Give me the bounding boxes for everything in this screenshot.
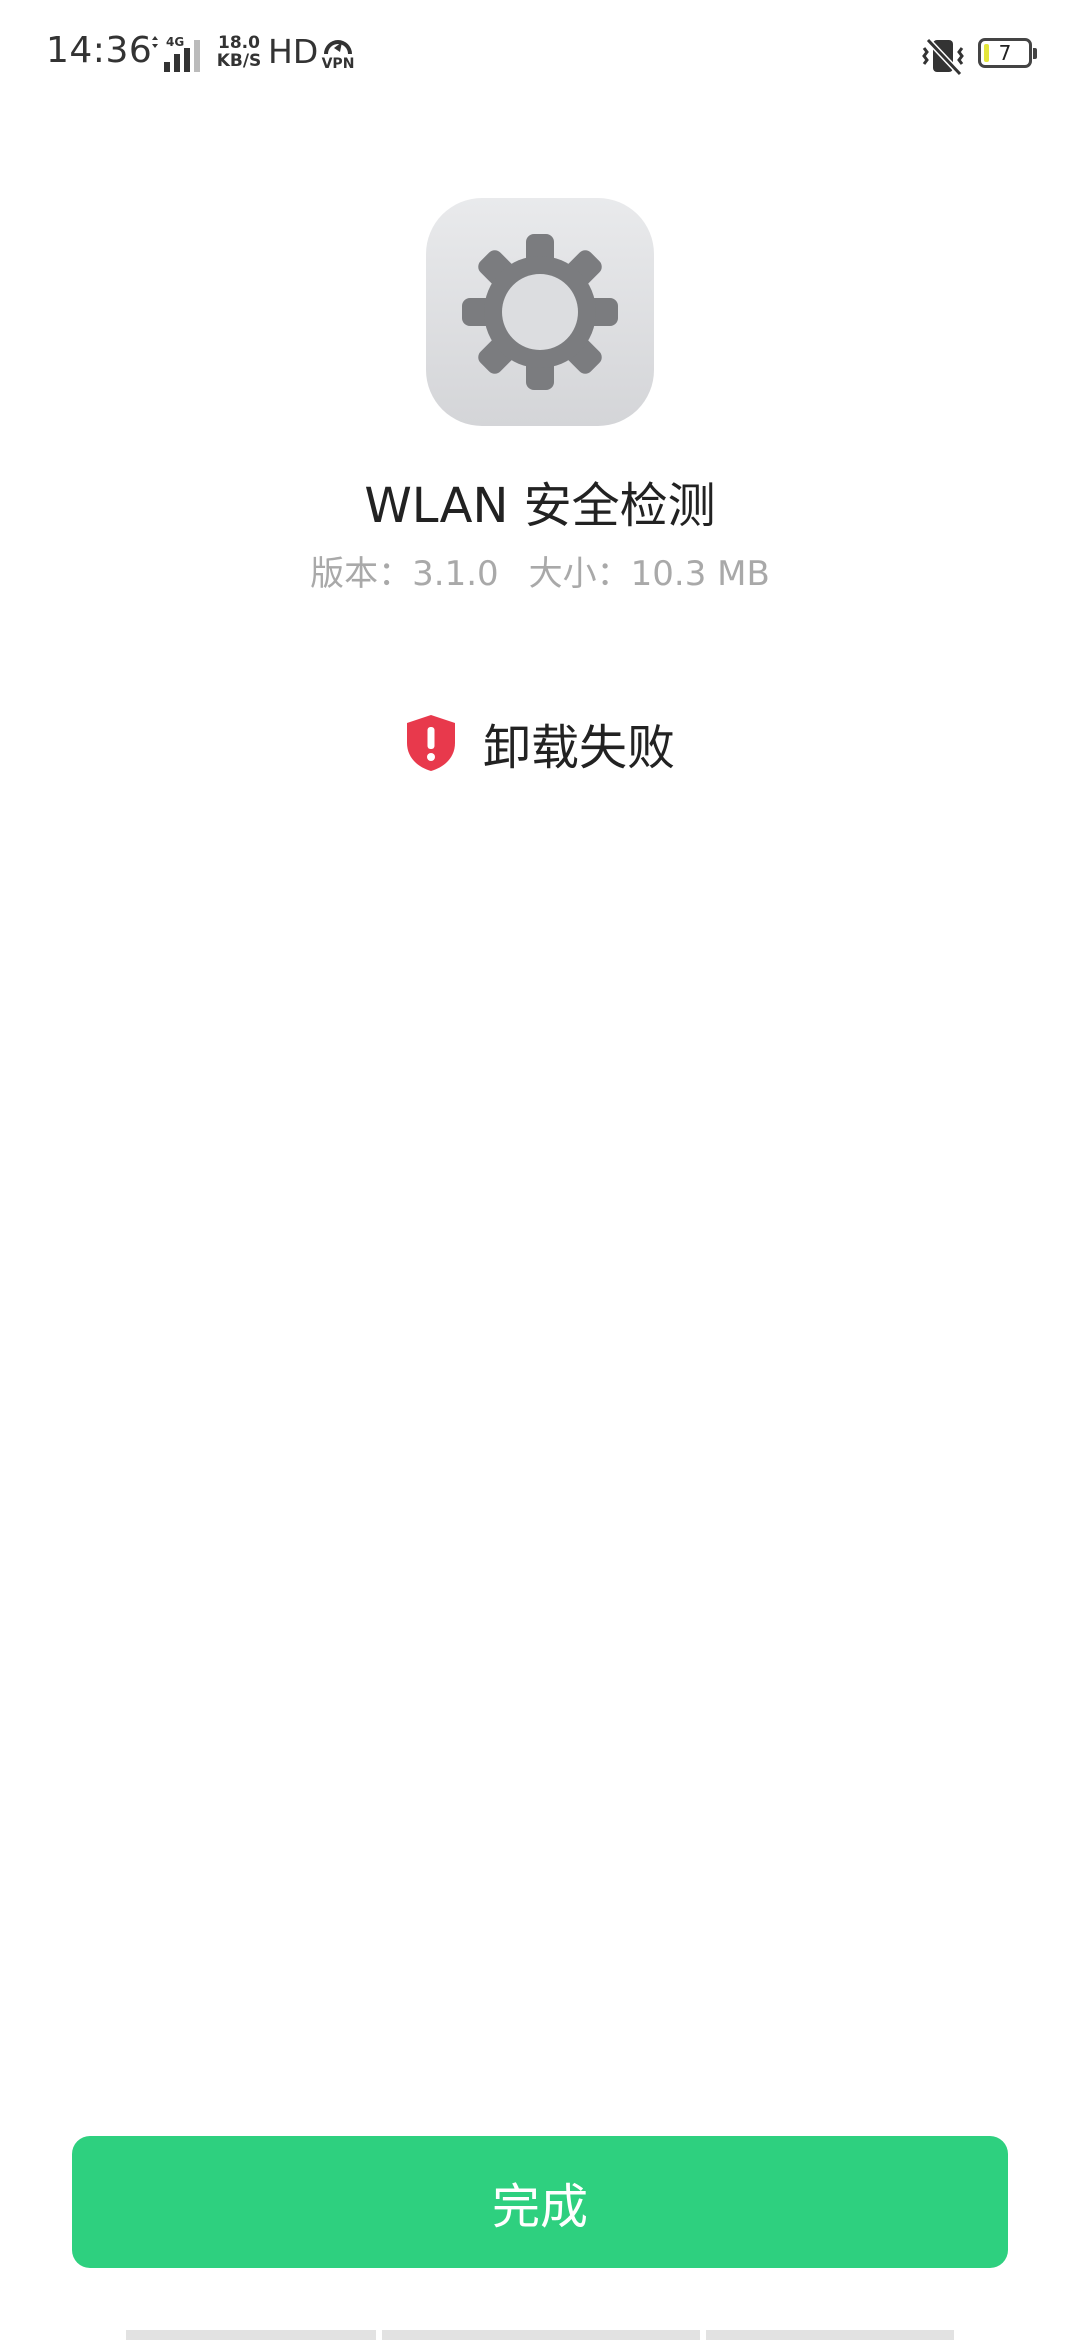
result-text: 卸载失败	[482, 720, 675, 776]
network-speed-unit: KB/S	[216, 51, 262, 71]
uninstall-result: 卸载失败	[0, 708, 1080, 778]
done-button[interactable]: 完成	[72, 2136, 1008, 2268]
shield-alert-icon	[406, 715, 455, 771]
status-bar: 14:36 4G 18.0 KB/S HD VPN 7	[0, 0, 1080, 110]
nav-gesture-bar-center[interactable]	[382, 2330, 700, 2340]
app-icon	[426, 198, 654, 426]
gear-icon	[462, 234, 618, 390]
network-type-label: 4G	[166, 36, 184, 49]
app-name: WLAN 安全检测	[364, 478, 716, 534]
app-version: 版本：3.1.0	[310, 554, 499, 594]
cellular-signal-icon: 4G	[152, 36, 200, 72]
vibrate-silent-icon	[922, 37, 964, 76]
status-time: 14:36	[46, 30, 153, 71]
network-speed-value: 18.0	[218, 33, 260, 53]
battery-icon: 7	[978, 38, 1037, 68]
nav-gesture-bar-right[interactable]	[706, 2330, 954, 2340]
vpn-label: VPN	[321, 56, 355, 72]
app-meta: 版本：3.1.0 大小：10.3 MB	[0, 546, 1080, 595]
nav-gesture-bar-left[interactable]	[126, 2330, 376, 2340]
battery-level: 7	[998, 41, 1012, 65]
hd-indicator: HD	[268, 32, 319, 71]
app-size: 大小：10.3 MB	[528, 554, 770, 594]
network-speed: 18.0 KB/S	[216, 34, 262, 70]
